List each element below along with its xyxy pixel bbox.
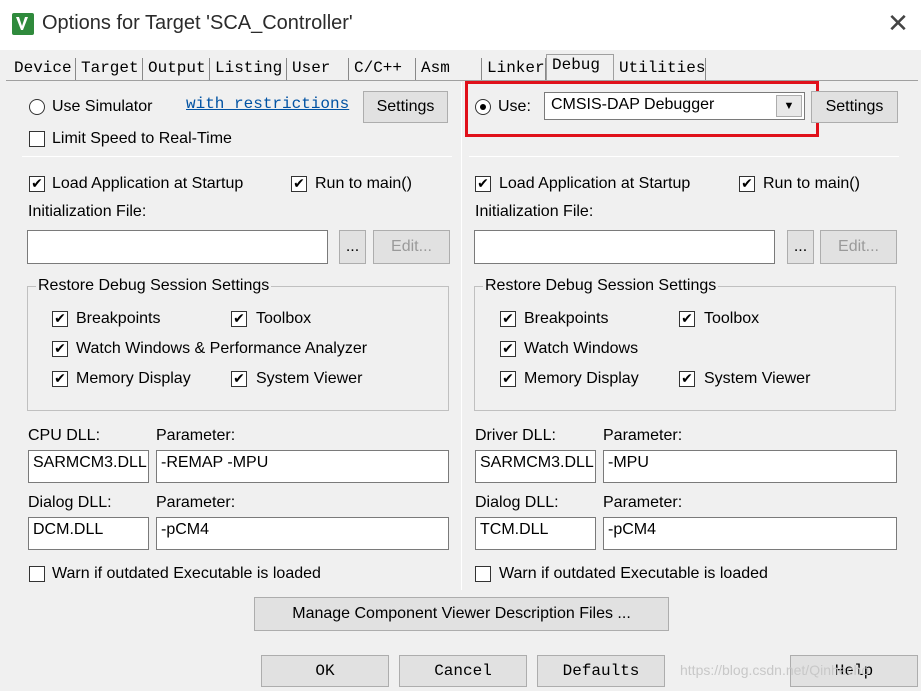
- left-settings-button[interactable]: Settings: [363, 91, 448, 123]
- window-title: Options for Target 'SCA_Controller': [42, 12, 353, 34]
- left-toolbox-label: Toolbox: [256, 310, 312, 327]
- right-load-app-checkbox[interactable]: ✔: [475, 176, 491, 192]
- right-browse-button[interactable]: ...: [787, 230, 814, 264]
- left-dialog-dll-label: Dialog DLL:: [28, 494, 112, 511]
- use-simulator-label: Use Simulator: [52, 98, 153, 115]
- left-run-to-main-label: Run to main(): [315, 175, 412, 192]
- left-memory-display-checkbox[interactable]: ✔: [52, 371, 68, 387]
- left-restore-group-title: Restore Debug Session Settings: [36, 276, 272, 296]
- driver-param-input[interactable]: -MPU: [603, 450, 897, 483]
- left-warn-outdated-label: Warn if outdated Executable is loaded: [52, 565, 321, 582]
- left-browse-button[interactable]: ...: [339, 230, 366, 264]
- tab-c-cpp[interactable]: C/C++: [349, 58, 416, 80]
- left-dialog-dll-input[interactable]: DCM.DLL: [28, 517, 149, 550]
- driver-param-label: Parameter:: [603, 427, 683, 444]
- driver-dll-label: Driver DLL:: [475, 427, 556, 444]
- right-restore-group-title: Restore Debug Session Settings: [483, 276, 719, 296]
- driver-dll-input[interactable]: SARMCM3.DLL: [475, 450, 596, 483]
- cpu-param-label: Parameter:: [156, 427, 236, 444]
- tab-linker[interactable]: Linker: [482, 58, 546, 80]
- right-settings-button[interactable]: Settings: [811, 91, 898, 123]
- left-divider: [22, 156, 452, 157]
- right-memory-display-checkbox[interactable]: ✔: [500, 371, 516, 387]
- left-system-viewer-checkbox[interactable]: ✔: [231, 371, 247, 387]
- right-load-app-label: Load Application at Startup: [499, 175, 691, 192]
- right-init-file-label: Initialization File:: [475, 203, 594, 220]
- left-edit-button: Edit...: [373, 230, 450, 264]
- limit-speed-checkbox[interactable]: [29, 131, 45, 147]
- cpu-dll-input[interactable]: SARMCM3.DLL: [28, 450, 149, 483]
- column-separator: [461, 82, 462, 590]
- cpu-param-input[interactable]: -REMAP -MPU: [156, 450, 449, 483]
- right-run-to-main-label: Run to main(): [763, 175, 860, 192]
- left-watch-windows-checkbox[interactable]: ✔: [52, 341, 68, 357]
- right-edit-button: Edit...: [820, 230, 897, 264]
- cpu-dll-label: CPU DLL:: [28, 427, 101, 444]
- tab-target[interactable]: Target: [76, 58, 143, 80]
- right-watch-windows-label: Watch Windows: [524, 340, 639, 357]
- keil-uvision-icon: [12, 13, 34, 35]
- watermark-text: https://blog.csdn.net/Qinhecho: [680, 662, 870, 678]
- left-warn-outdated-checkbox[interactable]: [29, 566, 45, 582]
- left-dialog-param-input[interactable]: -pCM4: [156, 517, 449, 550]
- left-load-app-label: Load Application at Startup: [52, 175, 244, 192]
- right-watch-windows-checkbox[interactable]: ✔: [500, 341, 516, 357]
- left-memory-display-label: Memory Display: [76, 370, 191, 387]
- manage-component-viewer-button[interactable]: Manage Component Viewer Description File…: [254, 597, 669, 631]
- limit-speed-label: Limit Speed to Real-Time: [52, 130, 232, 147]
- left-init-file-input[interactable]: [27, 230, 328, 264]
- tab-utilities[interactable]: Utilities: [614, 58, 706, 80]
- right-breakpoints-checkbox[interactable]: ✔: [500, 311, 516, 327]
- right-divider: [469, 156, 899, 157]
- defaults-button[interactable]: Defaults: [537, 655, 665, 687]
- left-init-file-label: Initialization File:: [28, 203, 147, 220]
- right-dialog-param-label: Parameter:: [603, 494, 683, 511]
- tab-device[interactable]: Device: [9, 58, 76, 80]
- right-warn-outdated-checkbox[interactable]: [475, 566, 491, 582]
- right-dialog-dll-input[interactable]: TCM.DLL: [475, 517, 596, 550]
- right-memory-display-label: Memory Display: [524, 370, 639, 387]
- left-system-viewer-label: System Viewer: [256, 370, 363, 387]
- tab-asm[interactable]: Asm: [416, 58, 482, 80]
- right-dialog-param-input[interactable]: -pCM4: [603, 517, 897, 550]
- tab-debug[interactable]: Debug: [546, 54, 614, 80]
- left-watch-windows-label: Watch Windows & Performance Analyzer: [76, 340, 368, 357]
- right-system-viewer-checkbox[interactable]: ✔: [679, 371, 695, 387]
- right-toolbox-checkbox[interactable]: ✔: [679, 311, 695, 327]
- right-toolbox-label: Toolbox: [704, 310, 760, 327]
- left-toolbox-checkbox[interactable]: ✔: [231, 311, 247, 327]
- ok-button[interactable]: OK: [261, 655, 389, 687]
- tab-output[interactable]: Output: [143, 58, 210, 80]
- left-load-app-checkbox[interactable]: ✔: [29, 176, 45, 192]
- use-simulator-radio[interactable]: [29, 99, 45, 115]
- close-icon[interactable]: ✕: [885, 10, 911, 36]
- right-breakpoints-label: Breakpoints: [524, 310, 609, 327]
- left-run-to-main-checkbox[interactable]: ✔: [291, 176, 307, 192]
- right-dialog-dll-label: Dialog DLL:: [475, 494, 559, 511]
- tab-user[interactable]: User: [287, 58, 349, 80]
- tab-listing[interactable]: Listing: [210, 58, 287, 80]
- right-init-file-input[interactable]: [474, 230, 775, 264]
- left-dialog-param-label: Parameter:: [156, 494, 236, 511]
- right-run-to-main-checkbox[interactable]: ✔: [739, 176, 755, 192]
- left-breakpoints-label: Breakpoints: [76, 310, 161, 327]
- restrictions-link[interactable]: with restrictions: [186, 94, 349, 114]
- red-highlight-box: [465, 81, 819, 137]
- left-breakpoints-checkbox[interactable]: ✔: [52, 311, 68, 327]
- right-system-viewer-label: System Viewer: [704, 370, 811, 387]
- cancel-button[interactable]: Cancel: [399, 655, 527, 687]
- right-warn-outdated-label: Warn if outdated Executable is loaded: [499, 565, 768, 582]
